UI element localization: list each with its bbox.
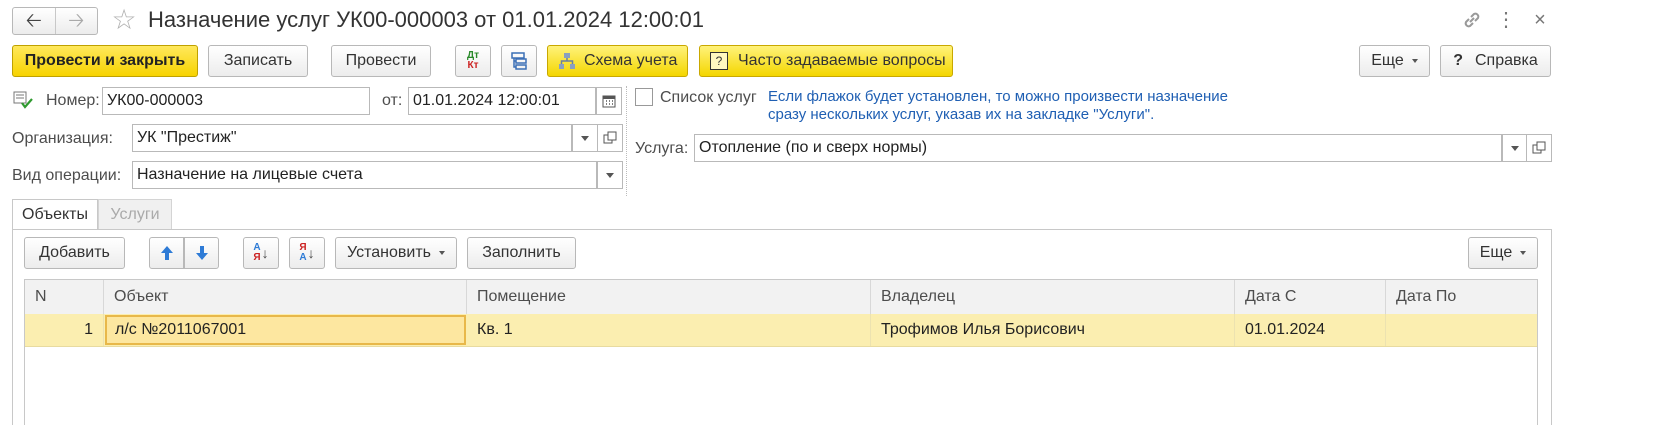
service-list-checkbox[interactable] — [635, 88, 653, 106]
service-list-label[interactable]: Список услуг — [660, 89, 757, 107]
chevron-down-icon — [1511, 145, 1519, 151]
post-button[interactable]: Провести — [331, 45, 431, 77]
service-label: Услуга: — [635, 140, 689, 157]
table-row[interactable]: 1 л/с №2011067001 Кв. 1 Трофимов Илья Бо… — [25, 314, 1537, 347]
service-dropdown-button[interactable] — [1502, 134, 1528, 162]
back-button[interactable]: 🡠 — [13, 8, 56, 34]
cell-room[interactable]: Кв. 1 — [467, 314, 871, 346]
column-header-date-from[interactable]: Дата С — [1235, 280, 1386, 314]
operation-type-label: Вид операции: — [12, 167, 122, 184]
sort-ascending-icon: А Я ↓ — [253, 242, 269, 263]
organization-label: Организация: — [12, 130, 113, 147]
column-header-date-to[interactable]: Дата По — [1386, 280, 1537, 314]
number-label: Номер: — [46, 92, 100, 109]
objects-table: N Объект Помещение Владелец Дата С Дата … — [24, 279, 1538, 425]
table-header: N Объект Помещение Владелец Дата С Дата … — [25, 280, 1537, 315]
service-list-hint-line2: сразу нескольких услуг, указав их на зак… — [768, 106, 1155, 123]
service-open-button[interactable] — [1526, 134, 1552, 162]
number-field[interactable]: УК00-000003 — [102, 87, 370, 115]
calendar-icon — [602, 95, 616, 108]
column-divider — [626, 86, 627, 196]
faq-button[interactable]: ? Часто задаваемые вопросы — [699, 45, 953, 77]
add-button[interactable]: Добавить — [24, 237, 125, 269]
arrow-down-icon — [195, 246, 208, 260]
sort-ascending-button[interactable]: А Я ↓ — [243, 237, 279, 269]
structure-button[interactable] — [501, 45, 537, 77]
scheme-icon — [559, 53, 575, 69]
table-more-button[interactable]: Еще — [1468, 237, 1538, 269]
column-header-owner[interactable]: Владелец — [871, 280, 1235, 314]
help-icon: ? — [1453, 52, 1463, 69]
document-posted-icon — [12, 90, 34, 110]
operation-type-dropdown-button[interactable] — [597, 161, 623, 189]
dt-kt-button[interactable]: Дт Кт — [455, 45, 491, 77]
more-button[interactable]: Еще — [1359, 45, 1430, 77]
set-button[interactable]: Установить — [335, 237, 457, 269]
open-window-icon — [1532, 141, 1546, 154]
column-header-object[interactable]: Объект — [104, 280, 467, 314]
operation-type-field[interactable]: Назначение на лицевые счета — [132, 161, 597, 189]
service-field[interactable]: Отопление (по и сверх нормы) — [694, 134, 1502, 162]
tab-services[interactable]: Услуги — [98, 199, 172, 230]
dt-kt-icon: Дт Кт — [466, 50, 480, 71]
cell-owner[interactable]: Трофимов Илья Борисович — [871, 314, 1235, 346]
kebab-menu-icon[interactable]: ⋮ — [1496, 8, 1516, 32]
hierarchy-icon — [511, 52, 527, 70]
cell-object[interactable]: л/с №2011067001 — [105, 315, 466, 345]
help-button[interactable]: ? Справка — [1440, 45, 1551, 77]
organization-field[interactable]: УК "Престиж" — [132, 124, 572, 152]
save-button[interactable]: Записать — [208, 45, 308, 77]
organization-open-button[interactable] — [597, 124, 623, 152]
chevron-down-icon — [1411, 59, 1418, 63]
arrow-right-icon: 🡢 — [68, 10, 85, 32]
fill-button[interactable]: Заполнить — [467, 237, 576, 269]
service-list-hint-line1: Если флажок будет установлен, то можно п… — [768, 88, 1229, 105]
arrow-left-icon: 🡠 — [25, 10, 42, 32]
nav-buttons: 🡠 🡢 — [12, 7, 98, 35]
date-field[interactable]: 01.01.2024 12:00:01 — [408, 87, 596, 115]
window-title: Назначение услуг УК00-000003 от 01.01.20… — [148, 7, 704, 32]
arrow-up-icon — [160, 246, 173, 260]
favorite-star-icon[interactable]: ☆ — [108, 4, 140, 36]
sort-descending-icon: Я А ↓ — [299, 242, 315, 263]
open-window-icon — [603, 131, 617, 144]
organization-dropdown-button[interactable] — [572, 124, 598, 152]
accounting-scheme-button[interactable]: Схема учета — [547, 45, 688, 77]
move-down-button[interactable] — [184, 237, 219, 269]
chevron-down-icon — [581, 135, 589, 141]
forward-button[interactable]: 🡢 — [56, 8, 98, 34]
calendar-button[interactable] — [596, 87, 622, 115]
link-icon[interactable] — [1460, 8, 1484, 32]
move-up-button[interactable] — [149, 237, 184, 269]
chevron-down-icon — [1520, 251, 1527, 255]
cell-date-from[interactable]: 01.01.2024 — [1235, 314, 1386, 346]
sort-descending-button[interactable]: Я А ↓ — [289, 237, 325, 269]
tab-objects[interactable]: Объекты — [12, 199, 98, 230]
chevron-down-icon — [438, 251, 445, 255]
post-and-close-button[interactable]: Провести и закрыть — [12, 45, 198, 77]
cell-n: 1 — [25, 314, 104, 346]
close-icon[interactable]: × — [1528, 8, 1552, 32]
date-label: от: — [382, 92, 403, 109]
column-header-n[interactable]: N — [25, 280, 104, 314]
chevron-down-icon — [606, 172, 614, 178]
question-box-icon: ? — [710, 52, 728, 70]
column-header-room[interactable]: Помещение — [467, 280, 871, 314]
cell-date-to[interactable] — [1386, 314, 1537, 346]
